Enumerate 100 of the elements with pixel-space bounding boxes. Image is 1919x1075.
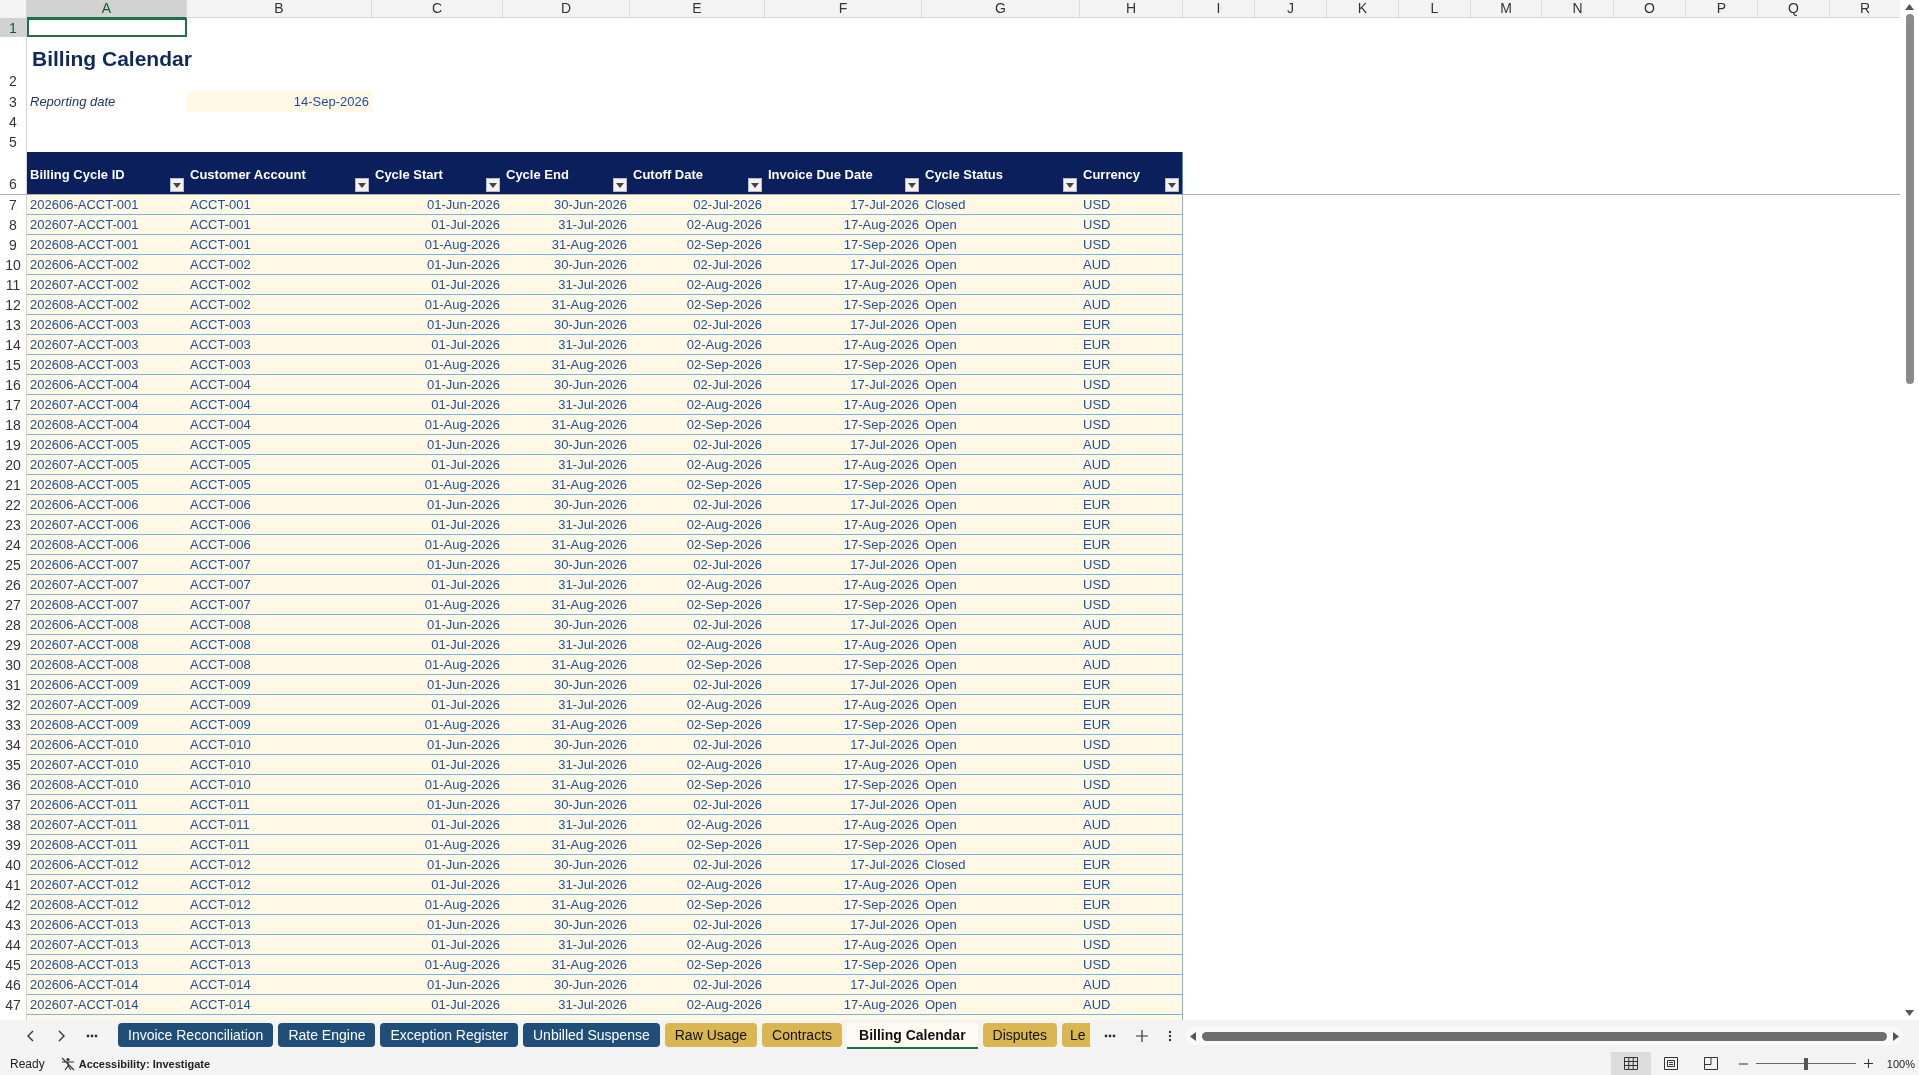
zoom-out-icon[interactable]	[1738, 1062, 1748, 1065]
filter-button[interactable]	[613, 178, 627, 192]
table-cell: 01-Jun-2026	[372, 675, 503, 695]
filter-button[interactable]	[748, 178, 762, 192]
sheet-tab[interactable]: Invoice Reconciliation	[118, 1023, 274, 1047]
table-cell: 17-Aug-2026	[765, 755, 922, 775]
table-cell: EUR	[1080, 715, 1183, 735]
selected-cell[interactable]	[27, 18, 187, 37]
table-cell: USD	[1080, 955, 1183, 975]
next-sheet-icon[interactable]	[56, 1029, 66, 1043]
table-cell: 01-Aug-2026	[372, 955, 503, 975]
table-cell: 17-Aug-2026	[765, 635, 922, 655]
column-header[interactable]: D	[503, 0, 630, 19]
sheet-tab[interactable]: Contracts	[762, 1023, 843, 1047]
table-cell: 02-Sep-2026	[630, 355, 765, 375]
column-header[interactable]: K	[1327, 0, 1399, 19]
table-cell: 202608-ACCT-008	[27, 655, 187, 675]
column-header[interactable]: G	[922, 0, 1080, 19]
table-cell: ACCT-013	[187, 915, 372, 935]
table-cell: ACCT-009	[187, 715, 372, 735]
table-cell: 202607-ACCT-012	[27, 875, 187, 895]
filter-button[interactable]	[1165, 178, 1179, 192]
table-cell: Open	[922, 235, 1080, 255]
table-cell: USD	[1080, 415, 1183, 435]
sheet-tab[interactable]: Exception Register	[380, 1023, 518, 1047]
row-header[interactable]: 1	[0, 18, 27, 37]
table-cell: 17-Sep-2026	[765, 355, 922, 375]
column-header[interactable]: Q	[1758, 0, 1830, 19]
table-cell: Open	[922, 395, 1080, 415]
column-header[interactable]: E	[630, 0, 765, 19]
table-cell: ACCT-011	[187, 815, 372, 835]
normal-view-button[interactable]	[1610, 1052, 1651, 1075]
table-cell: Open	[922, 775, 1080, 795]
table-cell: 202608-ACCT-001	[27, 235, 187, 255]
sheet-tab[interactable]: Disputes	[982, 1023, 1058, 1047]
table-cell: 02-Jul-2026	[630, 555, 765, 575]
table-cell: 02-Sep-2026	[630, 295, 765, 315]
sheet-tab[interactable]: Le	[1062, 1023, 1090, 1047]
table-cell: EUR	[1080, 355, 1183, 375]
horizontal-scrollbar[interactable]	[1185, 1027, 1903, 1045]
column-header[interactable]: N	[1542, 0, 1614, 19]
filter-button[interactable]	[355, 178, 369, 192]
column-header[interactable]: F	[765, 0, 922, 19]
table-cell: 01-Jun-2026	[372, 195, 503, 215]
column-header[interactable]: O	[1614, 0, 1686, 19]
column-header[interactable]: J	[1255, 0, 1327, 19]
sheet-tab[interactable]: Raw Usage	[664, 1023, 758, 1047]
table-cell: 02-Aug-2026	[630, 455, 765, 475]
column-header[interactable]: I	[1183, 0, 1255, 19]
accessibility-icon	[60, 1056, 75, 1071]
filter-button[interactable]	[486, 178, 500, 192]
sheet-tab[interactable]: Unbilled Suspense	[523, 1023, 660, 1047]
more-icon[interactable]	[1103, 1034, 1116, 1038]
column-header[interactable]: C	[372, 0, 503, 19]
table-cell: ACCT-005	[187, 455, 372, 475]
filter-button[interactable]	[1063, 178, 1077, 192]
scroll-right-icon[interactable]	[1893, 1031, 1899, 1041]
column-header[interactable]: P	[1686, 0, 1758, 19]
table-cell: 202606-ACCT-004	[27, 375, 187, 395]
table-cell: ACCT-012	[187, 875, 372, 895]
table-cell: 31-Aug-2026	[503, 955, 630, 975]
table-cell: Open	[922, 275, 1080, 295]
zoom-in-icon[interactable]	[1863, 1059, 1873, 1068]
table-cell: 01-Jun-2026	[372, 555, 503, 575]
table-cell: 17-Jul-2026	[765, 615, 922, 635]
caret-icon	[173, 182, 181, 188]
scroll-thumb[interactable]	[1905, 14, 1914, 384]
column-header[interactable]: B	[187, 0, 372, 19]
table-cell: 202607-ACCT-003	[27, 335, 187, 355]
column-header[interactable]: M	[1471, 0, 1542, 19]
page-break-icon	[1703, 1057, 1718, 1070]
table-cell: AUD	[1080, 255, 1183, 275]
table-cell: 30-Jun-2026	[503, 855, 630, 875]
scroll-up-icon[interactable]	[1905, 4, 1914, 10]
sheet-tab[interactable]: Billing Calendar	[847, 1023, 978, 1049]
zoom-level[interactable]: 100%	[1886, 1057, 1915, 1070]
table-cell: 202607-ACCT-014	[27, 995, 187, 1015]
more-icon[interactable]	[86, 1034, 98, 1038]
column-title: Customer Account	[190, 165, 307, 182]
scroll-thumb[interactable]	[1201, 1031, 1887, 1041]
table-cell: ACCT-009	[187, 675, 372, 695]
add-sheet-icon[interactable]	[1135, 1030, 1148, 1042]
previous-sheet-icon[interactable]	[26, 1029, 36, 1043]
scroll-left-icon[interactable]	[1189, 1031, 1196, 1041]
column-header[interactable]: H	[1080, 0, 1183, 19]
filter-button[interactable]	[170, 178, 184, 192]
table-cell: 17-Jul-2026	[765, 555, 922, 575]
reporting-date-value[interactable]: 14-Sep-2026	[187, 91, 372, 112]
column-header[interactable]: L	[1399, 0, 1471, 19]
options-icon[interactable]	[1167, 1030, 1172, 1042]
table-cell: 202607-ACCT-007	[27, 575, 187, 595]
filter-button[interactable]	[905, 178, 919, 192]
table-cell: 02-Jul-2026	[630, 435, 765, 455]
accessibility-button[interactable]: Accessibility: Investigate	[60, 1056, 211, 1071]
table-cell: ACCT-006	[187, 515, 372, 535]
table-cell: ACCT-002	[187, 295, 372, 315]
table-cell: ACCT-013	[187, 955, 372, 975]
table-cell: ACCT-001	[187, 235, 372, 255]
scroll-down-icon[interactable]	[1905, 1010, 1914, 1016]
sheet-tab[interactable]: Rate Engine	[278, 1023, 376, 1047]
